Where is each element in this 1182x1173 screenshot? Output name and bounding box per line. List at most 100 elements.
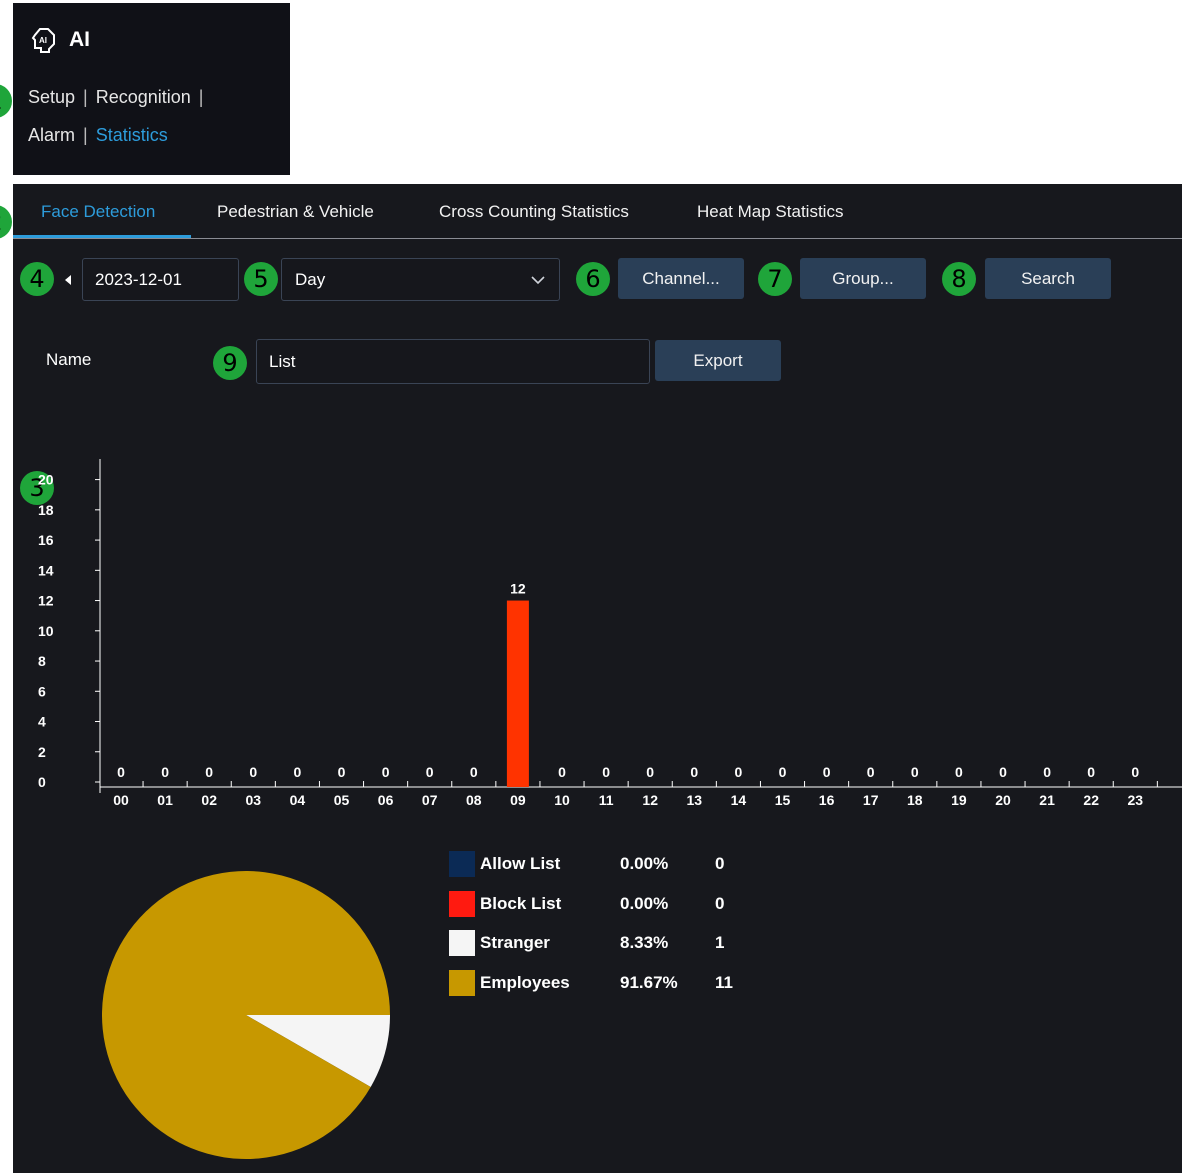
menu-item-statistics[interactable]: Statistics <box>96 125 168 145</box>
legend-count: 11 <box>715 973 733 992</box>
bar-data-label: 0 <box>558 764 566 780</box>
bar-data-label: 0 <box>205 764 213 780</box>
face-category-pie-chart <box>102 871 391 1159</box>
legend-count: 0 <box>715 894 725 913</box>
legend-swatch-block-list <box>449 891 475 917</box>
previous-date-icon[interactable] <box>63 274 73 286</box>
bar-data-label: 0 <box>470 764 478 780</box>
legend-percent: 0.00% <box>620 854 669 873</box>
legend-row-employees: Employees 91.67% 11 <box>449 970 733 996</box>
bar-data-label: 0 <box>646 764 654 780</box>
statistics-panel: Face Detection Pedestrian & Vehicle Cros… <box>13 184 1182 1173</box>
hourly-face-bar-chart: 0246810121416182000001002003004005006007… <box>38 459 1182 808</box>
y-tick-label: 4 <box>38 714 46 730</box>
x-tick-label: 05 <box>334 792 350 808</box>
callout-badge-8: 8 <box>942 262 976 296</box>
callout-badge-9: 9 <box>213 346 247 380</box>
menu-separator: | <box>83 125 88 145</box>
ai-menu-line-2: Alarm | Statistics <box>28 125 168 146</box>
y-tick-label: 20 <box>38 472 54 488</box>
tab-bar: Face Detection Pedestrian & Vehicle Cros… <box>13 184 1182 239</box>
x-tick-label: 02 <box>201 792 217 808</box>
bar-data-label: 0 <box>911 764 919 780</box>
name-input[interactable]: List <box>256 339 650 384</box>
period-select-value: Day <box>295 270 326 289</box>
x-tick-label: 04 <box>290 792 306 808</box>
x-tick-label: 06 <box>378 792 394 808</box>
tab-pedestrian-vehicle[interactable]: Pedestrian & Vehicle <box>217 184 374 238</box>
bar-data-label: 0 <box>999 764 1007 780</box>
bar <box>506 600 529 787</box>
bar-data-label: 0 <box>823 764 831 780</box>
bar-data-label: 0 <box>779 764 787 780</box>
menu-item-setup[interactable]: Setup <box>28 87 75 107</box>
chevron-down-icon <box>531 276 545 285</box>
tab-face-detection[interactable]: Face Detection <box>41 184 155 238</box>
x-tick-label: 21 <box>1039 792 1055 808</box>
legend-percent: 91.67% <box>620 973 678 992</box>
ai-title-text: AI <box>69 28 90 51</box>
y-tick-label: 2 <box>38 744 46 760</box>
x-tick-label: 14 <box>731 792 747 808</box>
callout-badge-4: 4 <box>20 262 54 296</box>
group-button[interactable]: Group... <box>800 258 926 299</box>
menu-item-alarm[interactable]: Alarm <box>28 125 75 145</box>
x-tick-label: 18 <box>907 792 923 808</box>
ai-head-icon: AI <box>31 28 55 53</box>
name-label: Name <box>46 350 92 369</box>
period-select[interactable]: Day <box>281 258 560 301</box>
bar-data-label: 0 <box>338 764 346 780</box>
bar-data-label: 0 <box>117 764 125 780</box>
ai-menu-title[interactable]: AI AI <box>31 27 90 53</box>
bar-data-label: 0 <box>1043 764 1051 780</box>
bar-data-label: 0 <box>1087 764 1095 780</box>
bar-data-label: 0 <box>602 764 610 780</box>
channel-button[interactable]: Channel... <box>618 258 744 299</box>
menu-item-recognition[interactable]: Recognition <box>96 87 191 107</box>
x-tick-label: 23 <box>1128 792 1144 808</box>
bar-data-label: 0 <box>161 764 169 780</box>
callout-badge-1: 1 <box>0 84 12 118</box>
callout-badge-2: 2 <box>0 205 12 239</box>
bar-data-label: 0 <box>382 764 390 780</box>
x-tick-label: 16 <box>819 792 835 808</box>
bar-data-label: 12 <box>510 581 526 597</box>
bar-data-label: 0 <box>690 764 698 780</box>
bar-data-label: 0 <box>867 764 875 780</box>
active-tab-indicator <box>13 235 191 238</box>
bar-data-label: 0 <box>735 764 743 780</box>
bar-data-label: 0 <box>955 764 963 780</box>
x-tick-label: 20 <box>995 792 1011 808</box>
legend-percent: 0.00% <box>620 894 669 913</box>
search-button[interactable]: Search <box>985 258 1111 299</box>
export-button[interactable]: Export <box>655 340 781 381</box>
ai-menu-line-1: Setup | Recognition | <box>28 87 211 108</box>
legend-count: 0 <box>715 854 725 873</box>
x-tick-label: 11 <box>599 792 614 808</box>
bar-data-label: 0 <box>294 764 302 780</box>
x-tick-label: 00 <box>113 792 129 808</box>
callout-badge-7: 7 <box>758 262 792 296</box>
tab-cross-counting[interactable]: Cross Counting Statistics <box>439 184 629 238</box>
legend-label: Allow List <box>480 854 561 873</box>
legend-percent: 8.33% <box>620 933 669 952</box>
ai-menu-card: AI AI Setup | Recognition | Alarm | Statistic… <box>13 3 290 175</box>
x-tick-label: 03 <box>246 792 262 808</box>
date-field[interactable]: 2023-12-01 <box>82 258 239 301</box>
x-tick-label: 22 <box>1083 792 1099 808</box>
legend-swatch-employees <box>449 970 475 996</box>
svg-text:AI: AI <box>39 36 47 45</box>
tab-heat-map[interactable]: Heat Map Statistics <box>697 184 843 238</box>
legend-label: Block List <box>480 894 562 913</box>
x-tick-label: 01 <box>157 792 173 808</box>
x-tick-label: 19 <box>951 792 967 808</box>
legend-row-stranger: Stranger 8.33% 1 <box>449 930 724 956</box>
y-tick-label: 16 <box>38 532 54 548</box>
pie-slice-employees <box>102 871 391 1159</box>
legend-row-block-list: Block List 0.00% 0 <box>449 891 724 917</box>
y-tick-label: 8 <box>38 653 46 669</box>
callout-badge-5: 5 <box>244 262 278 296</box>
x-tick-label: 13 <box>687 792 703 808</box>
legend-swatch-allow-list <box>449 851 475 877</box>
x-tick-label: 12 <box>642 792 658 808</box>
